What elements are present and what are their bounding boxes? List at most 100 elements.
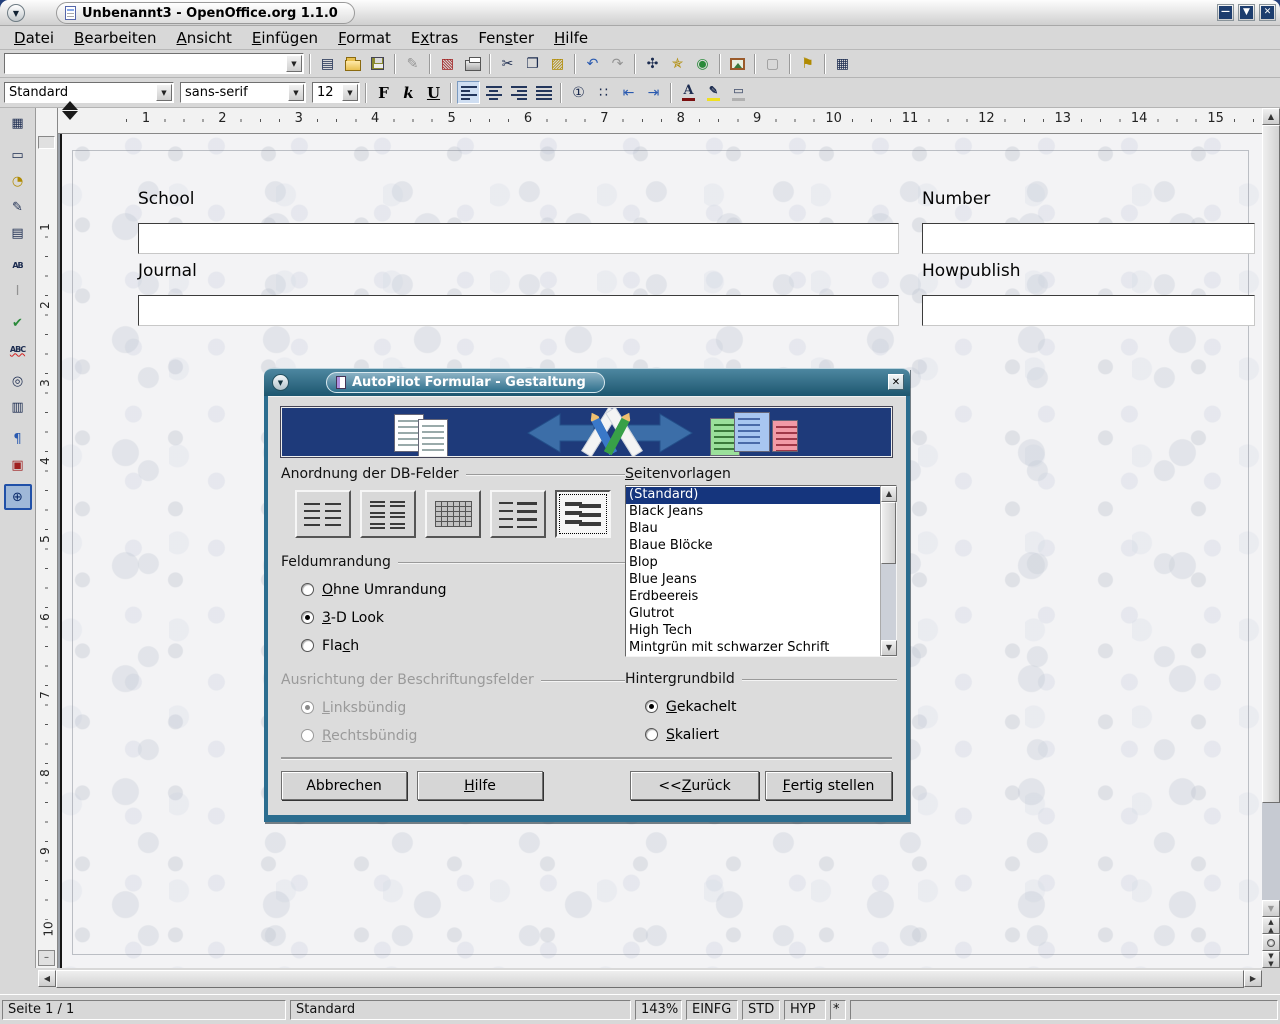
style-item[interactable]: Blop <box>626 555 880 572</box>
align-right-button[interactable] <box>507 81 530 104</box>
layout-columns-labels-top-button[interactable] <box>360 490 416 538</box>
menu-bearbeiten[interactable]: Bearbeiten <box>64 27 166 49</box>
find-replace-button[interactable]: ◎ <box>4 368 32 394</box>
indent-marker-icon[interactable] <box>62 111 78 128</box>
horizontal-scrollbar-thumb[interactable] <box>56 970 1244 988</box>
layout-columns-labels-left-button[interactable] <box>295 490 351 538</box>
next-page-button[interactable]: ▼▼ <box>1262 951 1280 968</box>
align-center-button[interactable] <box>482 81 505 104</box>
paragraph-background-button[interactable]: ▭ <box>727 81 750 104</box>
hyperlink-button[interactable]: ◉ <box>691 52 714 75</box>
vertical-scrollbar[interactable]: ▲ ▼ ▲▲ ▼▼ <box>1262 108 1280 968</box>
edit-file-button[interactable]: ▢ <box>761 52 784 75</box>
edit-document-button[interactable]: ✎ <box>401 52 424 75</box>
save-button[interactable] <box>366 52 389 75</box>
dialog-system-menu-button[interactable]: ▼ <box>272 374 289 391</box>
cut-button[interactable]: ✂ <box>496 52 519 75</box>
back-button[interactable]: << Zurück <box>630 771 759 800</box>
online-layout-button[interactable]: ⊕ <box>4 484 32 510</box>
scroll-down-arrow-icon[interactable]: ▼ <box>1262 900 1280 917</box>
style-item[interactable]: Blue Jeans <box>626 572 880 589</box>
align-left-button[interactable] <box>457 81 480 104</box>
bold-button[interactable]: F <box>372 81 395 104</box>
radio-flat[interactable]: Flach <box>301 637 625 654</box>
autopilot-button[interactable]: ✯ <box>666 52 689 75</box>
style-item[interactable]: Erdbeereis <box>626 589 880 606</box>
autotext-button[interactable]: AB <box>4 252 32 278</box>
style-item[interactable]: Glutrot <box>626 606 880 623</box>
maximize-button[interactable]: ▼ <box>1238 4 1255 21</box>
font-color-button[interactable]: A <box>677 81 700 104</box>
page-styles-listbox[interactable]: (Standard)Black JeansBlauBlaue BlöckeBlo… <box>625 485 897 657</box>
menu-einfuegen[interactable]: Einfügen <box>242 27 328 49</box>
menu-datei[interactable]: Datei <box>4 27 64 49</box>
menu-fenster[interactable]: Fenster <box>468 27 544 49</box>
radio-no-border[interactable]: Ohne Umrandung <box>301 581 625 598</box>
undo-button[interactable]: ↶ <box>581 52 604 75</box>
navigation-dot-button[interactable] <box>1262 934 1280 951</box>
previous-page-button[interactable]: ▲▲ <box>1262 917 1280 934</box>
status-insert-mode[interactable]: EINFG <box>686 1000 738 1020</box>
insert-table-button[interactable]: ▦ <box>4 110 32 136</box>
align-justify-button[interactable] <box>532 81 555 104</box>
menu-ansicht[interactable]: Ansicht <box>166 27 241 49</box>
paragraph-style-combobox[interactable]: Standard ▼ <box>4 82 174 103</box>
scroll-left-arrow-icon[interactable]: ◀ <box>38 970 56 987</box>
highlighting-button[interactable]: ✎ <box>702 81 725 104</box>
decrease-indent-button[interactable]: ⇤ <box>617 81 640 104</box>
vertical-scrollbar-thumb[interactable] <box>1262 125 1280 803</box>
images-toggle-button[interactable]: ▣ <box>4 452 32 478</box>
vertical-ruler[interactable]: – 12345678910 <box>36 108 58 968</box>
field-input-number[interactable] <box>922 223 1255 254</box>
bookmark-button[interactable]: ⚑ <box>796 52 819 75</box>
scroll-right-arrow-icon[interactable]: ▶ <box>1244 970 1262 987</box>
horizontal-scrollbar[interactable] <box>56 970 1244 988</box>
menu-format[interactable]: Format <box>328 27 401 49</box>
style-item[interactable]: Blaue Blöcke <box>626 538 880 555</box>
field-input-school[interactable] <box>138 223 899 254</box>
scroll-up-arrow-icon[interactable]: ▲ <box>1262 108 1280 125</box>
status-page-style[interactable]: Standard <box>290 1000 631 1020</box>
insert-fields-button[interactable]: ▤ <box>4 220 32 246</box>
new-document-button[interactable]: ▤ <box>316 52 339 75</box>
layout-rows-labels-top-button[interactable] <box>555 490 611 538</box>
cancel-button[interactable]: Abbrechen <box>281 771 407 800</box>
numbering-button[interactable]: ① <box>567 81 590 104</box>
underline-button[interactable]: U <box>422 81 445 104</box>
autospellcheck-button[interactable]: ABC <box>4 336 32 362</box>
insert-graphics-button[interactable]: ◔ <box>4 168 32 194</box>
finish-button[interactable]: Fertig stellen <box>765 771 892 800</box>
paste-button[interactable]: ▨ <box>546 52 569 75</box>
copy-button[interactable]: ❐ <box>521 52 544 75</box>
style-item[interactable]: (Standard) <box>626 487 880 504</box>
titlebar[interactable]: ▼ Unbenannt3 - OpenOffice.org 1.1.0 — ▼ … <box>0 0 1280 26</box>
chevron-down-icon[interactable]: ▼ <box>156 84 172 101</box>
status-selection-mode[interactable]: STD <box>742 1000 780 1020</box>
redo-button[interactable]: ↷ <box>606 52 629 75</box>
radio-tiled[interactable]: Gekachelt <box>645 698 897 715</box>
insert-object-button[interactable]: ✎ <box>4 194 32 220</box>
font-size-combobox[interactable]: 12 ▼ <box>312 82 360 103</box>
listbox-scrollbar[interactable]: ▲ ▼ <box>880 486 896 656</box>
horizontal-ruler[interactable]: 123456789101112131415 <box>58 108 1262 134</box>
field-input-journal[interactable] <box>138 295 899 326</box>
status-page[interactable]: Seite 1 / 1 <box>2 1000 286 1020</box>
export-pdf-button[interactable]: ▧ <box>436 52 459 75</box>
dialog-close-button[interactable]: ✕ <box>888 374 904 390</box>
radio-scaled[interactable]: Skaliert <box>645 726 897 743</box>
status-modified-flag[interactable]: * <box>830 1000 846 1020</box>
radio-3d-look[interactable]: 3-D Look <box>301 609 625 626</box>
dialog-titlebar[interactable]: ▼ AutoPilot Formular - Gestaltung ✕ <box>264 368 910 396</box>
system-menu-button[interactable]: ▼ <box>7 4 25 22</box>
listbox-scrollbar-thumb[interactable] <box>881 502 896 564</box>
print-button[interactable] <box>461 52 484 75</box>
field-input-howpublish[interactable] <box>922 295 1255 326</box>
data-sources-button[interactable]: ▦ <box>831 52 854 75</box>
chevron-down-icon[interactable]: ▼ <box>288 84 304 101</box>
menu-extras[interactable]: Extras <box>401 27 468 49</box>
navigator-button[interactable]: ✣ <box>641 52 664 75</box>
style-item[interactable]: Black Jeans <box>626 504 880 521</box>
minimize-button[interactable]: — <box>1217 4 1234 21</box>
scroll-up-arrow-icon[interactable]: ▲ <box>881 486 897 502</box>
style-item[interactable]: High Tech <box>626 623 880 640</box>
